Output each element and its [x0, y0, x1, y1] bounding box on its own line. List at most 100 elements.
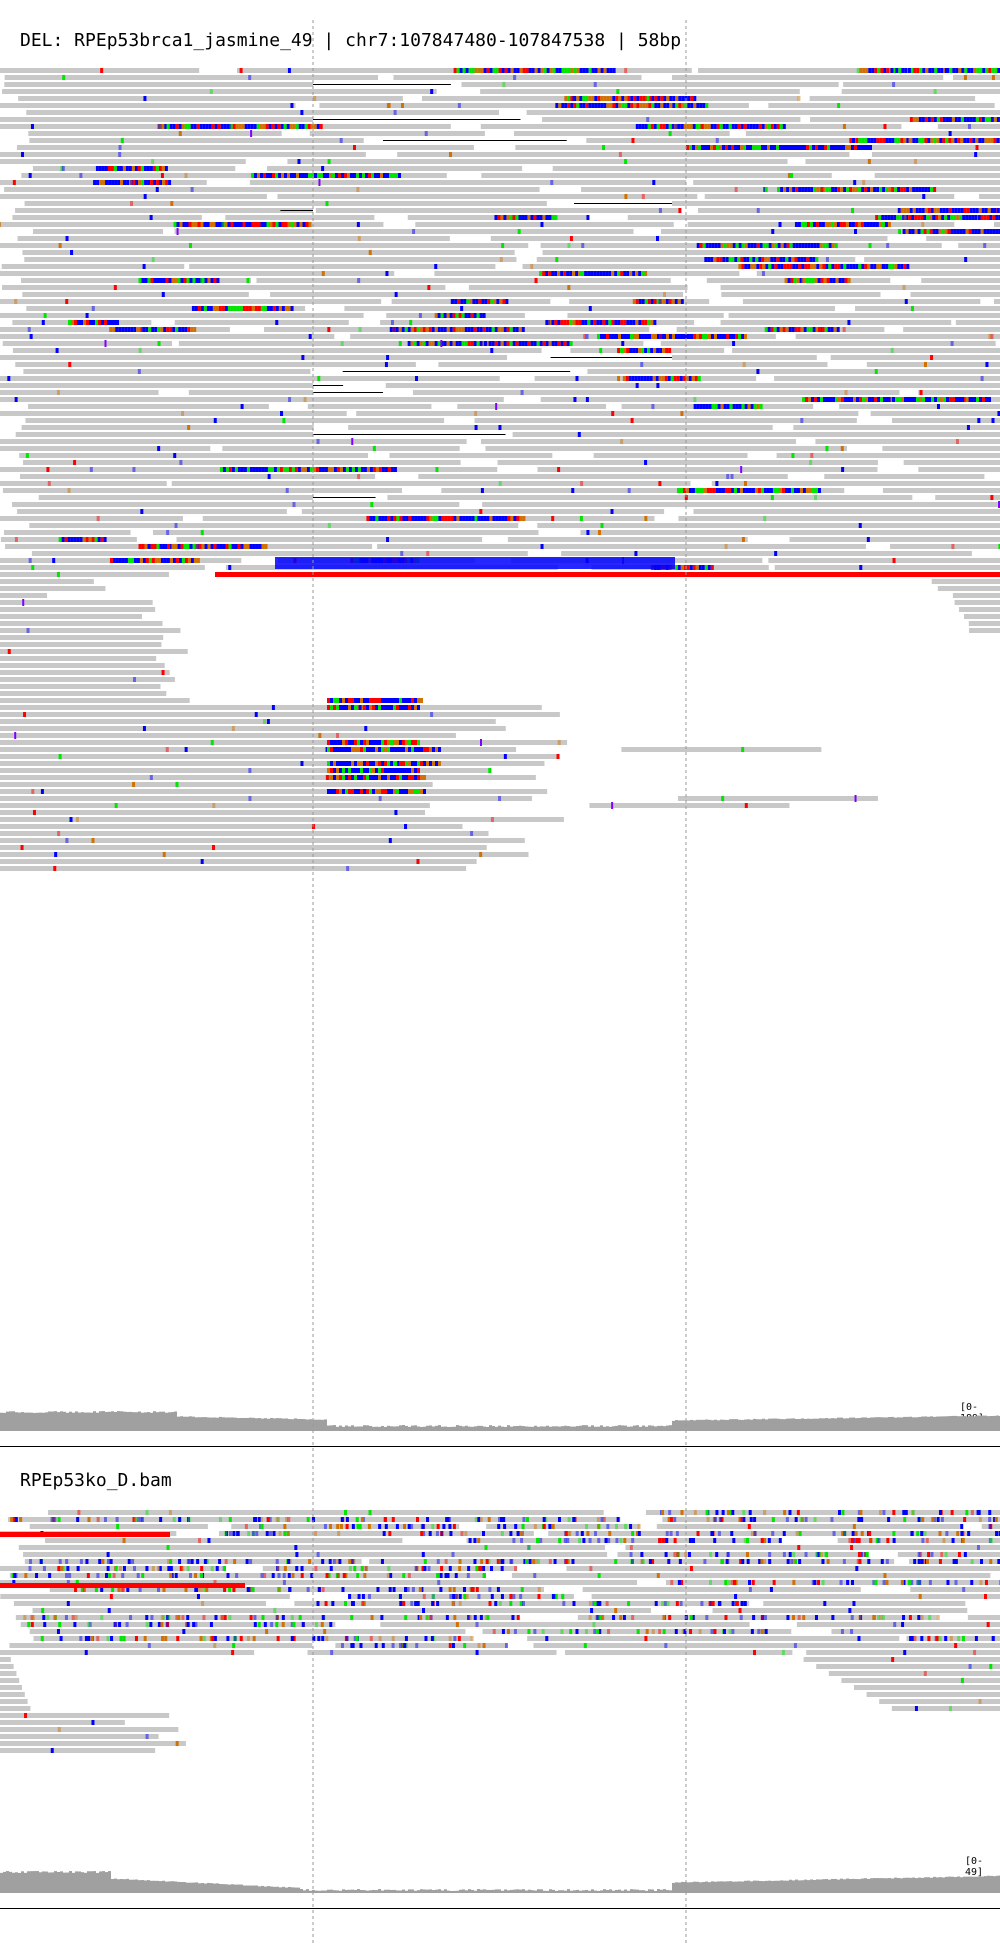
- mismatch: [792, 243, 796, 248]
- coverage-bar: [516, 1426, 519, 1431]
- read: [693, 509, 1000, 514]
- coverage-bar: [660, 1425, 663, 1431]
- mismatch: [642, 96, 646, 101]
- mismatch: [475, 1587, 479, 1592]
- mismatch: [137, 369, 141, 374]
- read: [12, 215, 202, 220]
- mismatch: [665, 299, 669, 304]
- mismatch: [619, 1615, 623, 1620]
- mismatch: [524, 215, 528, 220]
- coverage-bar: [978, 1415, 981, 1431]
- coverage-bar: [876, 1417, 879, 1431]
- mismatch: [501, 243, 505, 248]
- mismatch: [938, 1531, 942, 1536]
- mismatch: [118, 1622, 122, 1627]
- mismatch: [473, 313, 477, 318]
- mismatch: [632, 299, 636, 304]
- mismatch: [951, 117, 955, 122]
- mismatch: [254, 222, 258, 227]
- mismatch: [474, 425, 478, 430]
- mismatch: [976, 1510, 980, 1515]
- mismatch: [157, 341, 161, 346]
- mismatch: [206, 222, 210, 227]
- coverage-bar: [819, 1418, 822, 1431]
- mismatch: [351, 775, 354, 780]
- mismatch: [890, 215, 894, 220]
- mismatch: [718, 1601, 722, 1606]
- mismatch: [814, 488, 818, 493]
- mismatch: [841, 397, 845, 402]
- mismatch: [725, 257, 729, 262]
- mismatch: [880, 68, 884, 73]
- mismatch: [655, 376, 659, 381]
- mismatch: [941, 215, 945, 220]
- mismatch: [788, 1552, 792, 1557]
- mismatch: [858, 187, 862, 192]
- mismatch: [278, 306, 282, 311]
- mismatch: [468, 68, 472, 73]
- mismatch: [375, 768, 378, 773]
- coverage-bar: [720, 1419, 723, 1431]
- mismatch: [957, 117, 961, 122]
- mismatch: [160, 1622, 164, 1627]
- mismatch: [894, 138, 898, 143]
- read: [0, 586, 106, 591]
- mismatch: [48, 1573, 52, 1578]
- mismatch: [885, 1559, 889, 1564]
- mismatch: [368, 1510, 372, 1515]
- mismatch: [352, 1559, 356, 1564]
- mismatch: [339, 138, 343, 143]
- read: [795, 334, 1000, 339]
- mismatch: [664, 376, 668, 381]
- coverage-bar: [87, 1412, 90, 1431]
- mismatch: [786, 1559, 790, 1564]
- coverage-bar: [246, 1417, 249, 1431]
- mismatch: [794, 257, 798, 262]
- mismatch: [481, 299, 485, 304]
- mismatch: [645, 103, 649, 108]
- mismatch: [721, 488, 725, 493]
- mismatch: [593, 82, 597, 87]
- mismatch: [358, 327, 362, 332]
- coverage-bar: [783, 1419, 786, 1431]
- mismatch: [340, 341, 344, 346]
- mismatch: [677, 334, 681, 339]
- mismatch: [423, 1559, 427, 1564]
- mismatch: [192, 1622, 196, 1627]
- mismatch: [357, 1594, 361, 1599]
- mismatch: [310, 173, 314, 178]
- mismatch: [454, 299, 458, 304]
- mismatch: [62, 1566, 66, 1571]
- read: [918, 467, 1000, 472]
- mismatch: [396, 698, 399, 703]
- mismatch: [994, 68, 998, 73]
- mismatch: [343, 173, 347, 178]
- mismatch: [319, 124, 323, 129]
- mismatch: [10, 1517, 14, 1522]
- mismatch: [96, 180, 100, 185]
- mismatch: [916, 397, 920, 402]
- mismatch: [729, 404, 733, 409]
- coverage-bar: [504, 1426, 507, 1431]
- mismatch: [464, 1531, 468, 1536]
- mismatch: [348, 789, 351, 794]
- mismatch: [458, 1594, 462, 1599]
- mismatch: [768, 264, 772, 269]
- mismatch: [318, 467, 322, 472]
- mismatch: [805, 278, 809, 283]
- mismatch: [162, 852, 166, 857]
- mismatch: [123, 180, 127, 185]
- mismatch: [664, 1552, 668, 1557]
- mismatch: [478, 299, 482, 304]
- read: [561, 551, 972, 556]
- mismatch: [402, 705, 405, 710]
- mismatch: [395, 327, 399, 332]
- mismatch: [131, 166, 135, 171]
- mismatch: [742, 362, 746, 367]
- mismatch: [916, 68, 920, 73]
- mismatch: [887, 397, 891, 402]
- mismatch: [902, 285, 906, 290]
- mismatch: [821, 145, 825, 150]
- coverage-bar: [996, 1415, 999, 1431]
- mismatch: [809, 222, 813, 227]
